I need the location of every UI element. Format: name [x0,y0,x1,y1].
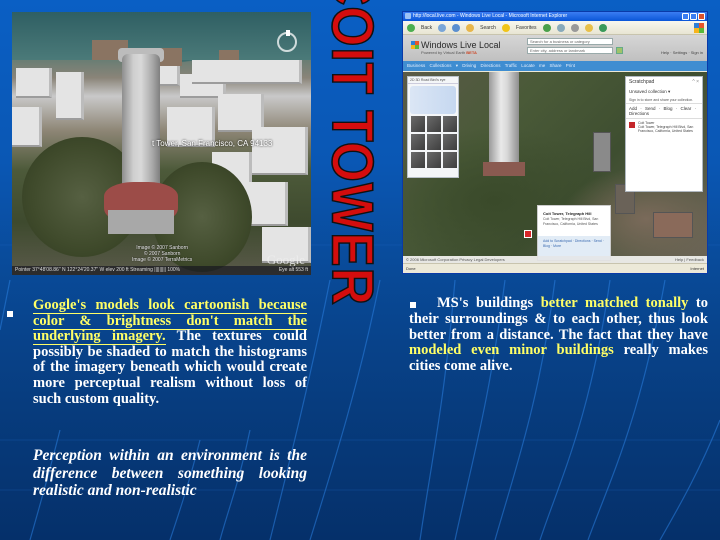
refresh-icon[interactable] [452,23,461,32]
ge-status-bar: Pointer 37°48'08.86" N 122°24'20.37" W e… [12,266,311,275]
beta-badge: BETA [466,50,477,55]
building-model [56,72,84,120]
right-bullet-text: MS's buildings better matched tonally to… [409,295,708,375]
credit-line: Image © 2007 TerraMetrics [132,257,193,263]
thumbnail[interactable] [427,116,441,132]
page-status: Done [406,266,416,271]
ie-icon [405,13,411,19]
print-icon[interactable] [570,23,579,32]
site-nav-bar[interactable]: Business Collections ▾ Driving Direction… [403,61,707,71]
ie-title-bar: http://local.live.com - Windows Live Loc… [403,12,707,21]
back-icon[interactable] [407,23,415,32]
slide-title-text: COIT TOWER [319,0,387,306]
thumbnail-grid [411,116,457,168]
collection-dropdown[interactable]: Unsaved collection ▾ [626,87,702,97]
highlighted-text: modeled even minor buildings [409,342,614,359]
perception-statement: Perception within an environment is the … [33,447,307,499]
brand-name: Windows Live Local [421,40,501,50]
close-icon[interactable] [698,13,705,20]
scratchpad-panel: Scratchpad ^ × Unsaved collection ▾ Sign… [625,76,703,192]
security-zone: Internet [690,266,704,271]
house-photo [593,132,611,172]
forward-icon[interactable] [438,23,447,32]
view-mode-tabs[interactable]: 2D 3D Road Bird's eye [408,77,458,84]
thumbnail[interactable] [427,152,441,168]
pointer-coordinates: Pointer 37°48'08.86" N 122°24'20.37" W e… [15,267,181,273]
thumbnail[interactable] [411,134,425,150]
left-bullet-text: Google's models look cartoonish because … [33,297,307,407]
windows-logo-icon [694,23,704,33]
home-icon[interactable] [466,23,475,32]
powered-by: Powered by Virtual Earth [421,50,466,55]
imagery-credits: Image © 2007 Sanborn © 2007 Sanborn Imag… [132,245,192,263]
favorites-star-icon[interactable] [501,23,510,32]
ie-window-title: http://local.live.com - Windows Live Loc… [413,13,568,19]
thumbnail[interactable] [411,116,425,132]
place-label: t Tower, San Francisco, CA 94133 [152,139,273,148]
thumbnail[interactable] [443,152,457,168]
maximize-icon[interactable] [690,13,697,20]
minimize-icon[interactable] [682,13,689,20]
building-model [252,127,308,175]
scratchpad-item[interactable]: Coit Tower Coit Tower, Telegraph Hill Bl… [626,119,702,135]
ie-toolbar: Back Search Favorites [403,21,707,35]
highlighted-text: better matched tonally [540,295,689,311]
scratchpad-close-button[interactable]: ^ × [692,79,699,85]
slide-title: COIT TOWER [319,0,387,306]
windows-flag-icon [411,41,419,49]
popup-address: Coit Tower, Telegraph Hill Blvd, San Fra… [543,217,599,226]
eye-altitude: Eye alt 553 ft [278,267,308,273]
folder-icon[interactable] [584,23,593,32]
business-search-input[interactable]: Search for a business or category [527,38,613,45]
ie-status-bar: Done Internet [403,263,707,273]
back-button[interactable]: Back [421,25,432,31]
site-brand[interactable]: Windows Live Local [411,40,501,50]
history-icon[interactable] [542,23,551,32]
google-earth-screenshot: t Tower, San Francisco, CA 94133 Image ©… [12,12,311,275]
bullet-icon [7,311,13,317]
scratchpad-actions[interactable]: Add · Send · Blog · Clear · Directions [626,103,702,119]
header-links[interactable]: Help · Settings · Sign in [661,50,703,55]
house-photo [653,212,693,238]
search-go-button[interactable] [616,47,623,54]
compass-icon[interactable] [277,30,297,52]
thumbnail[interactable] [427,134,441,150]
thumbnail[interactable] [411,152,425,168]
search-button[interactable]: Search [480,25,496,31]
body-text: MS's buildings [437,295,541,311]
item-address: Coit Tower, Telegraph Hill Blvd, San Fra… [638,125,694,133]
navigation-compass[interactable] [410,86,456,114]
thumbnail[interactable] [443,116,457,132]
coit-tower-base-photo [483,162,525,176]
building-model [12,107,42,147]
coit-tower-pedestal [108,210,174,234]
mail-icon[interactable] [556,23,565,32]
thumbnail[interactable] [443,134,457,150]
favorites-button[interactable]: Favorites [516,25,537,31]
building-model [192,60,302,84]
coit-tower-photo [489,72,519,168]
tool-icon[interactable] [598,23,607,32]
site-header: Windows Live Local Powered by Virtual Ea… [403,35,707,61]
map-pushpin-icon[interactable] [524,230,532,238]
pushpin-icon [629,122,635,128]
location-search-input[interactable]: Enter city, address or landmark [527,47,613,54]
brand-subtitle: Powered by Virtual Earth BETA [421,50,477,55]
windows-live-local-screenshot: http://local.live.com - Windows Live Loc… [402,11,708,274]
window-buttons [682,13,705,20]
scratchpad-title: Scratchpad [629,79,655,85]
location-popup: Coit Tower, Telegraph Hill Coit Tower, T… [537,205,611,261]
popup-title: Coit Tower, Telegraph Hill [543,211,592,216]
building-model [16,68,52,98]
view-control-panel: 2D 3D Road Bird's eye [407,76,459,178]
